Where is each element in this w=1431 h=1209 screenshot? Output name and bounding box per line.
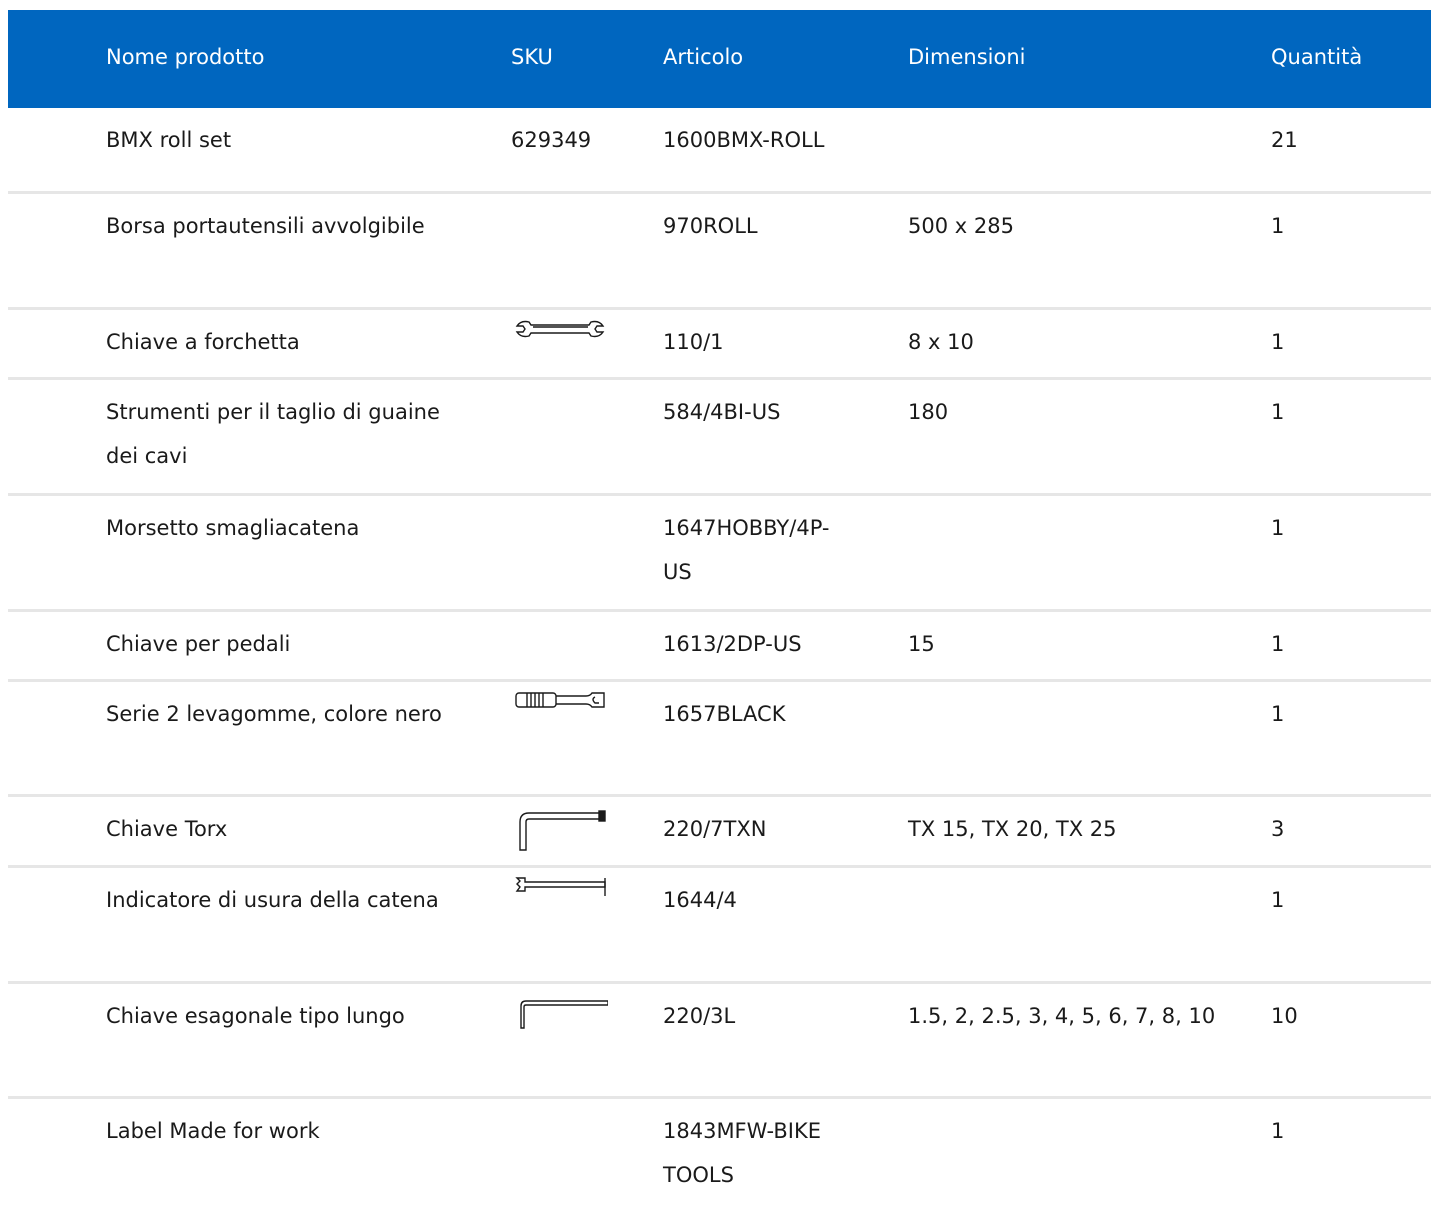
cell-name: Label Made for work	[106, 1119, 320, 1143]
cell-article: 1843MFW-BIKE TOOLS	[663, 1119, 822, 1187]
table-row: Serie 2 levagomme, colore nero 1657BLACK…	[8, 682, 1431, 797]
cell-article: 1600BMX-ROLL	[663, 128, 825, 152]
table-row: Chiave esagonale tipo lungo 220/3L 1.5, …	[8, 984, 1431, 1099]
table-row: Borsa portautensili avvolgibile 970ROLL …	[8, 194, 1431, 310]
cell-name: Indicatore di usura della catena	[106, 888, 439, 912]
cell-dimensions: 1.5, 2, 2.5, 3, 4, 5, 6, 7, 8, 10	[908, 1004, 1216, 1028]
cell-article: 220/3L	[663, 1004, 736, 1028]
cell-dimensions: 15	[908, 632, 935, 656]
table-row: Label Made for work 1843MFW-BIKE TOOLS 1	[8, 1099, 1431, 1209]
cell-sku: 629349	[511, 128, 592, 152]
cell-name: BMX roll set	[106, 128, 232, 152]
cell-name: Strumenti per il taglio di guaine dei ca…	[106, 400, 440, 468]
cell-dimensions: TX 15, TX 20, TX 25	[908, 817, 1117, 841]
header-sku: SKU	[511, 45, 553, 69]
table-row: Chiave Torx 220/7TXN TX 15, TX 20, TX 25…	[8, 797, 1431, 868]
cell-quantity: 1	[1271, 888, 1285, 912]
cell-name: Chiave a forchetta	[106, 330, 300, 354]
cell-article: 1644/4	[663, 888, 737, 912]
cell-quantity: 1	[1271, 330, 1285, 354]
table-row: BMX roll set 629349 1600BMX-ROLL 21	[8, 108, 1431, 194]
cell-quantity: 1	[1271, 632, 1285, 656]
cell-quantity: 1	[1271, 1119, 1285, 1143]
cell-quantity: 1	[1271, 400, 1285, 424]
table-header: Nome prodotto SKU Articolo Dimensioni Qu…	[8, 10, 1431, 108]
cell-name: Serie 2 levagomme, colore nero	[106, 702, 442, 726]
cell-quantity: 21	[1271, 128, 1298, 152]
cell-dimensions: 500 x 285	[908, 214, 1014, 238]
open-end-wrench-icon	[515, 320, 605, 338]
cell-quantity: 1	[1271, 702, 1285, 726]
cell-name: Chiave Torx	[106, 817, 228, 841]
header-quantity: Quantità	[1271, 45, 1363, 69]
cell-dimensions: 8 x 10	[908, 330, 974, 354]
cell-article: 970ROLL	[663, 214, 758, 238]
cell-quantity: 10	[1271, 1004, 1298, 1028]
cell-quantity: 1	[1271, 214, 1285, 238]
cell-article: 220/7TXN	[663, 817, 767, 841]
header-article: Articolo	[663, 45, 744, 69]
cell-name: Morsetto smagliacatena	[106, 516, 360, 540]
cell-name: Chiave esagonale tipo lungo	[106, 1004, 405, 1028]
torx-key-icon	[519, 810, 606, 851]
header-name: Nome prodotto	[106, 45, 265, 69]
cell-name: Borsa portautensili avvolgibile	[106, 214, 425, 238]
cell-article: 584/4BI-US	[663, 400, 781, 424]
cell-article: 110/1	[663, 330, 724, 354]
table-row: Indicatore di usura della catena 1644/4 …	[8, 868, 1431, 984]
table-row: Chiave a forchetta 110/1 8 x 10 1	[8, 310, 1431, 380]
table-row: Chiave per pedali 1613/2DP-US 15 1	[8, 612, 1431, 682]
table-row: Morsetto smagliacatena 1647HOBBY/4P-US 1	[8, 496, 1431, 612]
cell-article: 1613/2DP-US	[663, 632, 802, 656]
table-row: Strumenti per il taglio di guaine dei ca…	[8, 380, 1431, 496]
hex-key-icon	[520, 1000, 608, 1029]
cell-dimensions: 180	[908, 400, 949, 424]
cell-article: 1647HOBBY/4P-US	[663, 516, 830, 584]
chain-wear-gauge-icon	[515, 877, 606, 896]
product-table: Nome prodotto SKU Articolo Dimensioni Qu…	[8, 10, 1431, 1209]
header-dimensions: Dimensioni	[908, 45, 1026, 69]
cell-quantity: 3	[1271, 817, 1285, 841]
tire-lever-icon	[515, 692, 605, 708]
cell-quantity: 1	[1271, 516, 1285, 540]
cell-name: Chiave per pedali	[106, 632, 291, 656]
cell-article: 1657BLACK	[663, 702, 786, 726]
